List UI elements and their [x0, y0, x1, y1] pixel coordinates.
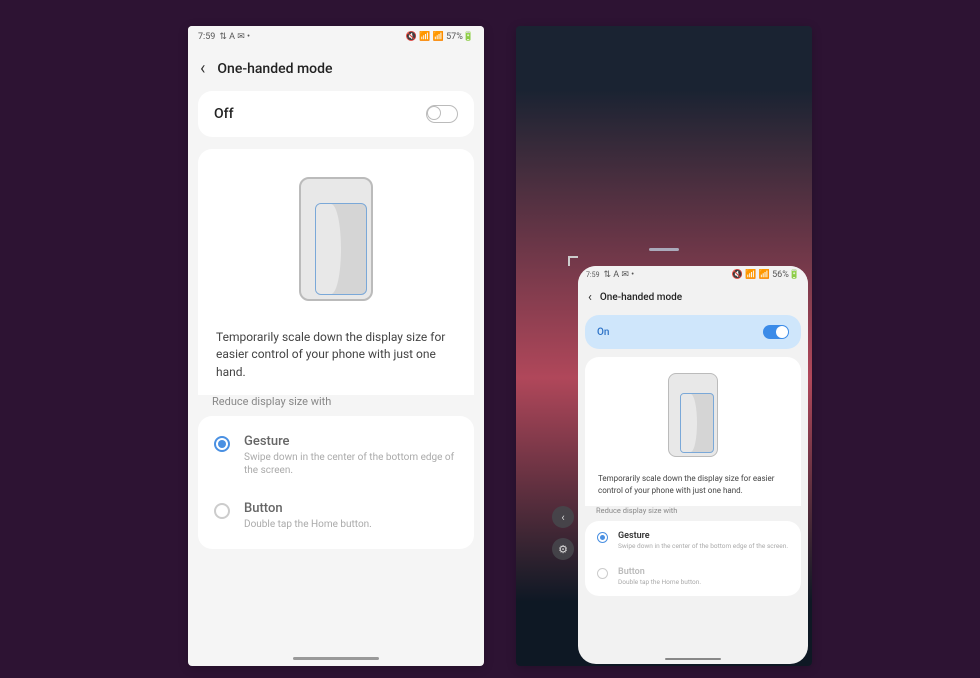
titlebar: ‹ One-handed mode	[188, 48, 484, 91]
screenshot-right: ‹ ⚙ 7:59 ⇅ A ✉ • 🔇 📶 📶 56%🔋 ‹ One-handed…	[516, 26, 812, 666]
section-label: Reduce display size with	[198, 395, 474, 416]
page-title: One-handed mode	[217, 61, 332, 77]
back-icon[interactable]: ‹	[588, 290, 592, 305]
screenshot-left: 7:59 ⇅ A ✉ • 🔇 📶 📶 57%🔋 ‹ One-handed mod…	[188, 26, 484, 666]
toggle-state-label: Off	[214, 106, 234, 122]
chevron-left-icon: ‹	[561, 511, 564, 524]
illustration-card: Temporarily scale down the display size …	[585, 357, 801, 506]
section-label: Reduce display size with	[585, 506, 801, 521]
option-title: Button	[618, 567, 701, 577]
resize-corner-icon[interactable]	[568, 256, 578, 266]
radio-icon-checked[interactable]	[214, 436, 230, 452]
description-text: Temporarily scale down the display size …	[597, 471, 789, 506]
home-indicator[interactable]	[665, 658, 721, 661]
options-card: Gesture Swipe down in the center of the …	[585, 521, 801, 596]
status-bar: 7:59 ⇅ A ✉ • 🔇 📶 📶 57%🔋	[188, 26, 484, 48]
option-gesture[interactable]: Gesture Swipe down in the center of the …	[585, 523, 801, 558]
toggle-state-label: On	[597, 327, 609, 338]
master-toggle-row[interactable]: On	[585, 315, 801, 349]
radio-icon-checked[interactable]	[597, 532, 608, 543]
phone-illustration	[668, 373, 718, 457]
option-title: Gesture	[618, 531, 788, 541]
options-card: Gesture Swipe down in the center of the …	[198, 416, 474, 549]
status-icons-left: ⇅ A ✉ •	[219, 32, 250, 42]
option-gesture[interactable]: Gesture Swipe down in the center of the …	[198, 422, 474, 489]
status-time: 7:59	[198, 32, 215, 42]
radio-icon-unchecked[interactable]	[214, 503, 230, 519]
drag-handle-icon[interactable]	[649, 248, 679, 251]
option-subtitle: Double tap the Home button.	[618, 578, 701, 586]
gear-icon: ⚙	[558, 543, 568, 556]
settings-float-button[interactable]: ⚙	[552, 538, 574, 560]
toggle-switch-on[interactable]	[763, 325, 789, 339]
option-title: Button	[244, 501, 372, 516]
option-subtitle: Double tap the Home button.	[244, 518, 372, 531]
swap-side-button[interactable]: ‹	[552, 506, 574, 528]
status-icons-left: ⇅ A ✉ •	[604, 270, 635, 280]
back-icon[interactable]: ‹	[200, 58, 205, 79]
status-time: 7:59	[586, 271, 600, 279]
home-indicator[interactable]	[293, 657, 379, 660]
status-bar: 7:59 ⇅ A ✉ • 🔇 📶 📶 56%🔋	[578, 266, 808, 284]
toggle-switch-off[interactable]	[426, 105, 458, 123]
option-subtitle: Swipe down in the center of the bottom e…	[244, 451, 458, 477]
titlebar: ‹ One-handed mode	[578, 284, 808, 315]
illustration-card: Temporarily scale down the display size …	[198, 149, 474, 395]
phone-illustration	[299, 177, 373, 301]
onehanded-mini-window: 7:59 ⇅ A ✉ • 🔇 📶 📶 56%🔋 ‹ One-handed mod…	[578, 266, 808, 664]
status-icons-right: 🔇 📶 📶 57%🔋	[406, 32, 474, 42]
radio-icon-unchecked[interactable]	[597, 568, 608, 579]
status-icons-right: 🔇 📶 📶 56%🔋	[732, 270, 800, 280]
description-text: Temporarily scale down the display size …	[214, 325, 458, 395]
option-subtitle: Swipe down in the center of the bottom e…	[618, 542, 788, 550]
master-toggle-row[interactable]: Off	[198, 91, 474, 137]
option-title: Gesture	[244, 434, 458, 449]
option-button[interactable]: Button Double tap the Home button.	[585, 559, 801, 594]
option-button[interactable]: Button Double tap the Home button.	[198, 489, 474, 543]
page-title: One-handed mode	[600, 292, 682, 303]
